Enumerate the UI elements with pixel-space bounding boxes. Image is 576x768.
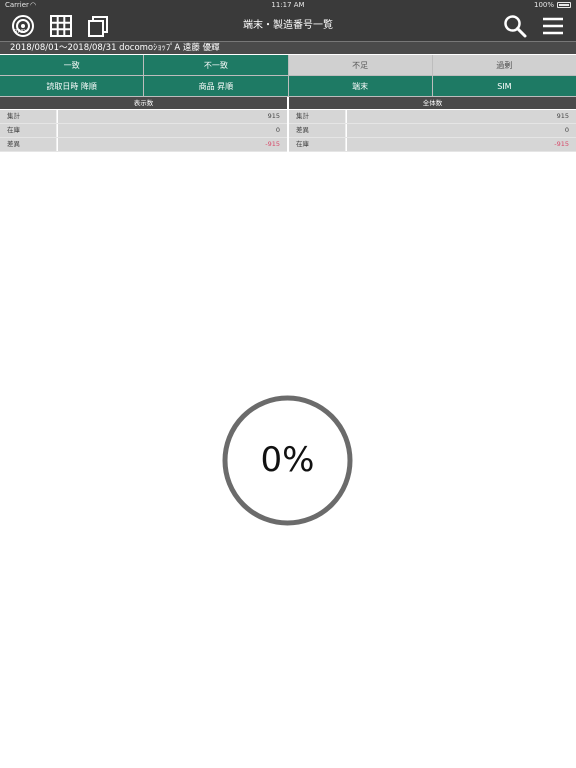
- row-label: 集計: [0, 110, 57, 123]
- row-value: 915: [347, 110, 576, 123]
- progress-percent: 0%: [260, 440, 315, 480]
- display-row-total: 集計 915: [0, 110, 287, 124]
- total-row-stock: 在庫 -915: [289, 138, 576, 152]
- page-title: 端末・製造番号一覧: [243, 20, 333, 31]
- filter-tabs: 一致 不一致 不足 過剰: [0, 55, 576, 76]
- row-label: 差異: [0, 138, 57, 151]
- row-value: 0: [347, 124, 576, 137]
- tab-device[interactable]: 端末: [288, 76, 433, 97]
- row-value: -915: [58, 138, 287, 151]
- display-row-stock: 在庫 0: [0, 124, 287, 138]
- row-label: 差異: [289, 124, 346, 137]
- battery-icon: [557, 2, 571, 8]
- tab-match[interactable]: 一致: [0, 55, 145, 76]
- nav-bar: RFID 端末・製造番号一覧: [0, 10, 576, 41]
- row-value: 0: [58, 124, 287, 137]
- sort-tabs: 読取日時 降順 商品 昇順 端末 SIM: [0, 76, 576, 97]
- status-bar: Carrier ◠ 11:17 AM 100%: [0, 0, 576, 10]
- tab-excess[interactable]: 過剰: [432, 55, 576, 76]
- sort-read-date-desc[interactable]: 読取日時 降順: [0, 76, 145, 97]
- battery-percent: 100%: [533, 1, 554, 9]
- row-label: 集計: [289, 110, 346, 123]
- display-row-diff: 差異 -915: [0, 138, 287, 152]
- tab-sim[interactable]: SIM: [432, 76, 576, 97]
- search-icon[interactable]: [502, 13, 528, 39]
- period-store-info: 2018/08/01～2018/08/31 docomoｼｮｯﾌﾟA 遠藤 優輝: [0, 41, 576, 54]
- row-value: -915: [347, 138, 576, 151]
- tab-shortage[interactable]: 不足: [288, 55, 433, 76]
- menu-icon[interactable]: [540, 13, 566, 39]
- row-label: 在庫: [0, 124, 57, 137]
- total-row-total: 集計 915: [289, 110, 576, 124]
- total-count-header: 全体数: [289, 97, 576, 109]
- total-row-diff: 差異 0: [289, 124, 576, 138]
- display-count-header: 表示数: [0, 97, 287, 109]
- sort-product-asc[interactable]: 商品 昇順: [144, 76, 289, 97]
- row-label: 在庫: [289, 138, 346, 151]
- tab-mismatch[interactable]: 不一致: [144, 55, 289, 76]
- clock: 11:17 AM: [271, 1, 305, 9]
- row-value: 915: [58, 110, 287, 123]
